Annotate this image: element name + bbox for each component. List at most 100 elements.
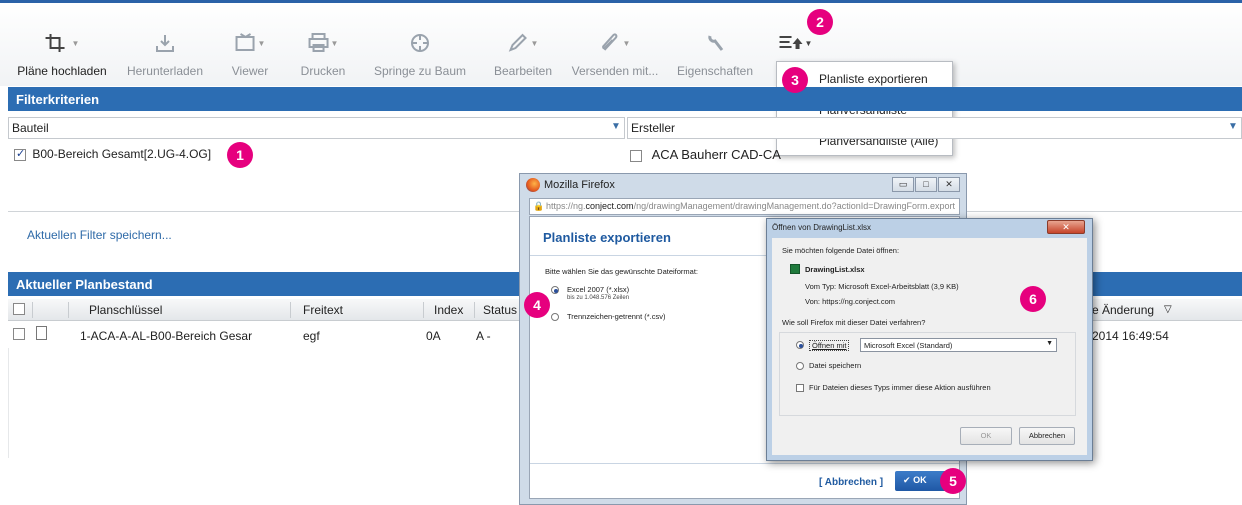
bauteil-combo[interactable]: Bauteil ▼ bbox=[8, 117, 625, 139]
save-filter-area: Aktuellen Filter speichern... bbox=[8, 212, 608, 254]
wrench-icon bbox=[704, 31, 726, 55]
viewer-label: Viewer bbox=[231, 64, 269, 78]
print-label: Drucken bbox=[300, 64, 346, 78]
csv-option-label: Trennzeichen-getrennt (*.csv) bbox=[567, 312, 666, 321]
url-path: /ng/drawingManagement/drawingManagement.… bbox=[633, 201, 955, 211]
pencil-icon: ▼ bbox=[508, 31, 538, 55]
firefox-titlebar[interactable]: Mozilla Firefox ▭ □ ✕ bbox=[520, 174, 966, 196]
step-marker-5: 5 bbox=[940, 468, 966, 494]
filter-section-header: Filterkriterien bbox=[8, 87, 1242, 111]
cell-index: 0A bbox=[426, 329, 441, 343]
select-all-checkbox[interactable] bbox=[13, 303, 25, 315]
step-marker-2: 2 bbox=[807, 9, 833, 35]
cell-status: A - bbox=[476, 329, 491, 343]
send-with-button[interactable]: ▼ Versenden mit... bbox=[563, 31, 667, 81]
close-icon[interactable]: ✕ bbox=[938, 177, 960, 192]
send-with-label: Versenden mit... bbox=[571, 64, 659, 78]
ersteller-option[interactable]: ACA Bauherr CAD-CA bbox=[630, 147, 781, 162]
ersteller-checkbox[interactable] bbox=[630, 149, 642, 162]
bauteil-option-label: B00-Bereich Gesamt[2.UG-4.OG] bbox=[32, 147, 212, 161]
chevron-down-icon[interactable]: ▼ bbox=[609, 120, 623, 134]
menu-item-export-planlist[interactable]: Planliste exportieren bbox=[819, 72, 928, 86]
cell-last-change: 2014 16:49:54 bbox=[1092, 329, 1169, 343]
file-source: Von: https://ng.conject.com bbox=[805, 297, 896, 306]
export-ok-label: OK bbox=[913, 475, 927, 485]
paperclip-icon: ▼ bbox=[600, 31, 630, 55]
file-name: DrawingList.xlsx bbox=[805, 265, 865, 274]
print-button[interactable]: ▼ Drucken bbox=[291, 31, 355, 81]
always-do-label: Für Dateien dieses Typs immer diese Akti… bbox=[809, 383, 991, 392]
file-type: Vom Typ: Microsoft Excel-Arbeitsblatt (3… bbox=[805, 282, 959, 291]
export-list-icon: ▼ bbox=[778, 31, 812, 55]
download-icon bbox=[154, 31, 176, 55]
open-with-radio[interactable] bbox=[796, 341, 804, 349]
toolbar: ▼ Pläne hochladen Herunterladen ▼ Viewer… bbox=[0, 3, 1242, 86]
open-with-label: Öffnen mit bbox=[809, 340, 850, 351]
open-dialog-title: Öffnen von DrawingList.xlsx bbox=[772, 223, 872, 232]
open-file-dialog: Öffnen von DrawingList.xlsx ✕ Sie möchte… bbox=[766, 218, 1093, 461]
download-button[interactable]: Herunterladen bbox=[121, 31, 209, 81]
jump-to-tree-label: Springe zu Baum bbox=[373, 64, 467, 78]
excel-option-note: bis zu 1.048.576 Zeilen bbox=[567, 295, 630, 301]
column-header-freitext[interactable]: Freitext bbox=[303, 303, 343, 317]
properties-label: Eigenschaften bbox=[676, 64, 754, 78]
printer-icon: ▼ bbox=[308, 31, 338, 55]
excel-radio[interactable] bbox=[551, 286, 559, 294]
upload-plans-label: Pläne hochladen bbox=[17, 64, 107, 78]
column-header-last-change[interactable]: e Änderung bbox=[1092, 303, 1154, 317]
close-icon[interactable]: ✕ bbox=[1047, 220, 1085, 234]
chevron-down-icon[interactable]: ▼ bbox=[1226, 120, 1240, 134]
lock-icon: 🔒 bbox=[533, 201, 545, 211]
firefox-window-title: Mozilla Firefox bbox=[544, 179, 615, 191]
ersteller-option-label: ACA Bauherr CAD-CA bbox=[651, 147, 781, 162]
open-dialog-intro: Sie möchten folgende Datei öffnen: bbox=[782, 246, 900, 255]
firefox-url-bar[interactable]: 🔒 https://ng.conject.com/ng/drawingManag… bbox=[529, 198, 960, 215]
maximize-icon[interactable]: □ bbox=[915, 177, 937, 192]
row-checkbox[interactable] bbox=[13, 328, 25, 340]
always-do-checkbox[interactable] bbox=[796, 384, 804, 392]
cell-planschluessel: 1-ACA-A-AL-B00-Bereich Gesar bbox=[80, 329, 253, 343]
step-marker-6: 6 bbox=[1020, 286, 1046, 312]
bauteil-label: Bauteil bbox=[12, 121, 49, 135]
excel-option-label: Excel 2007 (*.xlsx) bbox=[567, 285, 630, 294]
jump-to-tree-button[interactable]: Springe zu Baum bbox=[362, 31, 478, 81]
monitor-icon: ▼ bbox=[235, 31, 265, 55]
crop-icon: ▼ bbox=[45, 31, 79, 55]
url-domain: conject.com bbox=[585, 201, 634, 211]
save-file-radio[interactable] bbox=[796, 362, 804, 370]
checkmark-icon: ✔ bbox=[903, 475, 911, 485]
column-header-planschluessel[interactable]: Planschlüssel bbox=[89, 303, 162, 317]
upload-plans-button[interactable]: ▼ Pläne hochladen bbox=[10, 31, 114, 81]
download-label: Herunterladen bbox=[126, 64, 204, 78]
edit-button[interactable]: ▼ Bearbeiten bbox=[483, 31, 563, 81]
step-marker-4: 4 bbox=[524, 292, 550, 318]
step-marker-1: 1 bbox=[227, 142, 253, 168]
bauteil-checkbox[interactable] bbox=[14, 147, 26, 161]
csv-radio[interactable] bbox=[551, 313, 559, 321]
step-marker-3: 3 bbox=[782, 67, 808, 93]
column-header-status[interactable]: Status bbox=[483, 303, 517, 317]
open-with-app: Microsoft Excel (Standard) bbox=[864, 341, 953, 350]
minimize-icon[interactable]: ▭ bbox=[892, 177, 914, 192]
save-file-label: Datei speichern bbox=[809, 361, 862, 370]
dialog-ok-button[interactable]: OK bbox=[960, 427, 1012, 445]
export-cancel-link[interactable]: [ Abbrechen ] bbox=[819, 477, 883, 488]
save-filter-link[interactable]: Aktuellen Filter speichern... bbox=[27, 228, 172, 242]
ersteller-combo[interactable]: Ersteller ▼ bbox=[627, 117, 1242, 139]
bauteil-option[interactable]: B00-Bereich Gesamt[2.UG-4.OG] bbox=[14, 147, 211, 161]
properties-button[interactable]: Eigenschaften bbox=[668, 31, 762, 81]
firefox-logo-icon bbox=[526, 178, 540, 192]
viewer-button[interactable]: ▼ Viewer bbox=[222, 31, 278, 81]
chevron-down-icon: ▼ bbox=[1046, 340, 1053, 347]
cell-freitext: egf bbox=[303, 329, 320, 343]
open-dialog-body: Sie möchten folgende Datei öffnen: Drawi… bbox=[772, 238, 1087, 455]
open-with-select[interactable]: Microsoft Excel (Standard) ▼ bbox=[860, 338, 1057, 352]
dialog-cancel-button[interactable]: Abbrechen bbox=[1019, 427, 1075, 445]
url-prefix: https://ng. bbox=[546, 201, 586, 211]
edit-label: Bearbeiten bbox=[493, 64, 553, 78]
target-icon bbox=[409, 31, 431, 55]
sort-indicator-icon[interactable]: ▽ bbox=[1164, 304, 1172, 315]
ersteller-label: Ersteller bbox=[631, 121, 676, 135]
column-header-index[interactable]: Index bbox=[434, 303, 463, 317]
document-icon bbox=[36, 326, 47, 340]
